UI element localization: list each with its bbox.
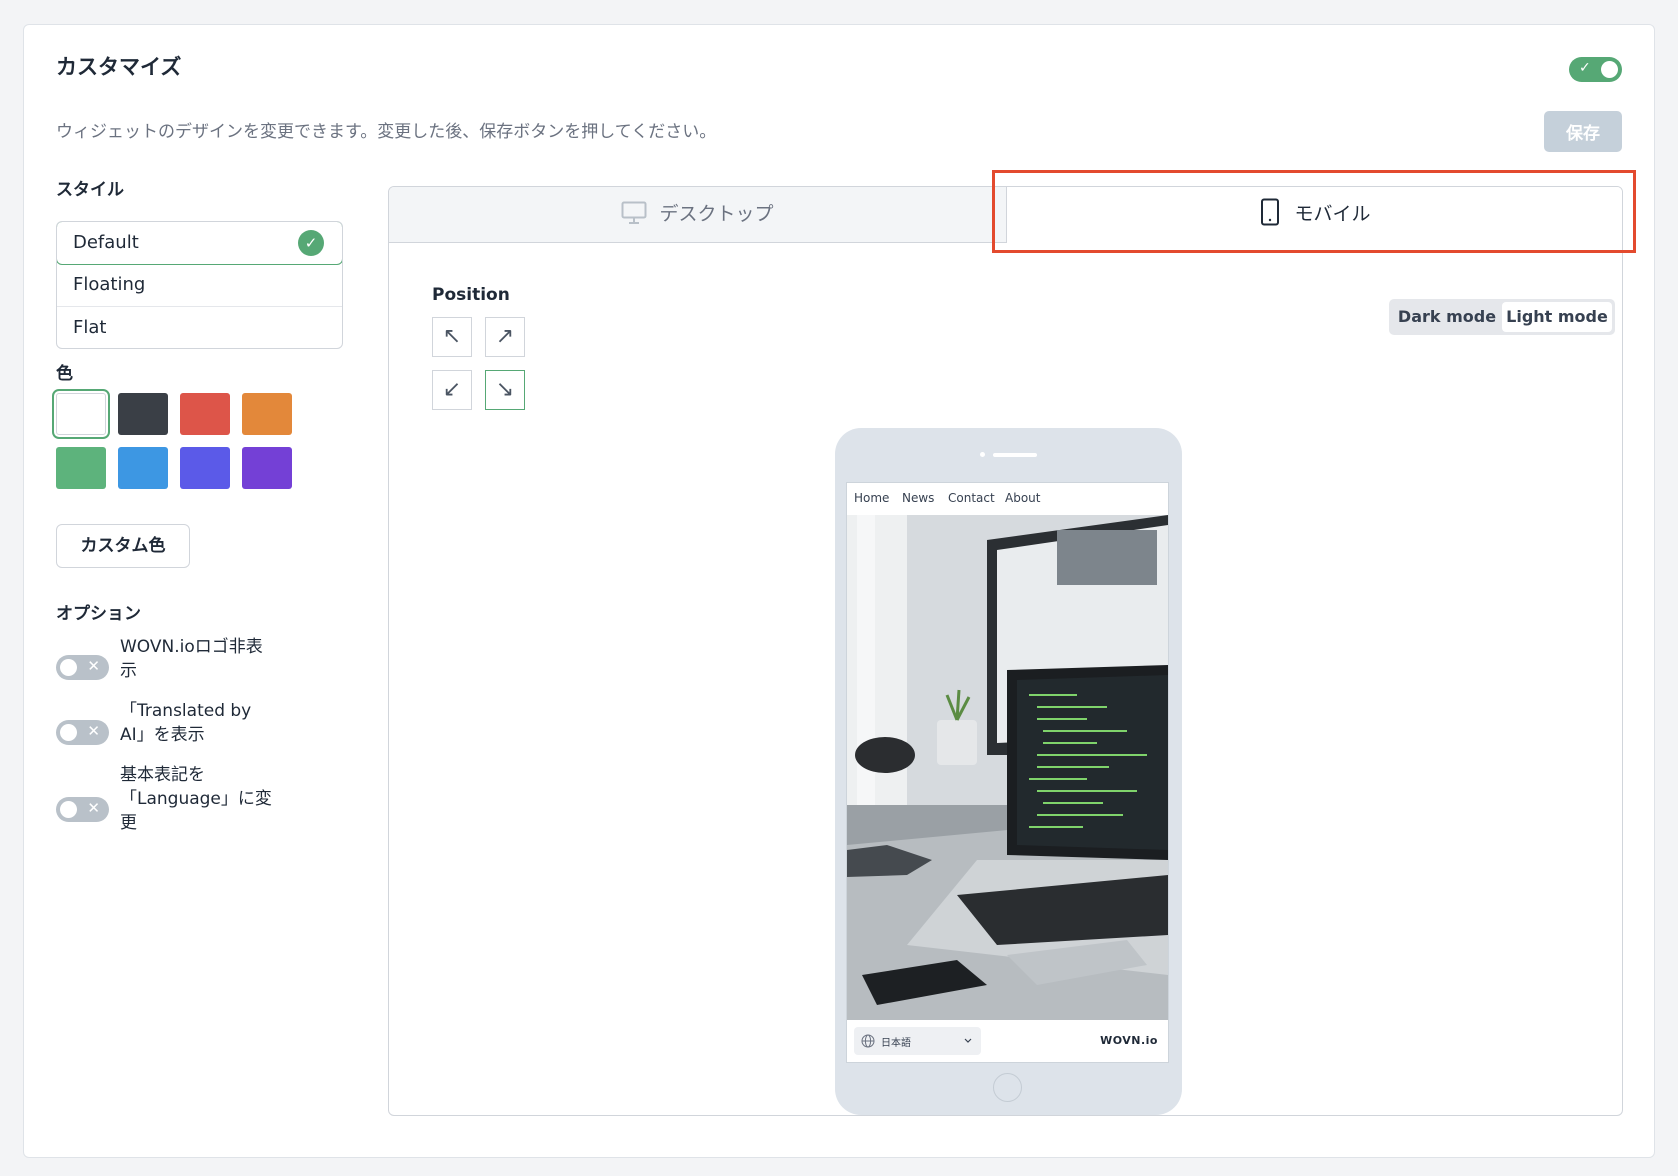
language-widget-bar: 日本語 WOVN.io bbox=[847, 1020, 1168, 1062]
translated-by-ai-label: 「Translated by AI」を表示 bbox=[120, 699, 280, 747]
toggle-knob bbox=[1601, 61, 1618, 78]
color-swatch-dark[interactable] bbox=[118, 393, 168, 435]
style-option-floating[interactable]: Floating bbox=[57, 264, 342, 306]
tab-desktop[interactable]: デスクトップ bbox=[389, 187, 1006, 242]
phone-mockup: Home News Contact About 日本語 WOVN.io bbox=[835, 428, 1182, 1115]
style-list: Default ✓ Floating Flat bbox=[56, 221, 343, 349]
language-select[interactable]: 日本語 bbox=[854, 1027, 981, 1055]
style-option-label: Default bbox=[73, 232, 139, 253]
color-swatch-blue[interactable] bbox=[118, 447, 168, 489]
language-notation-label: 基本表記を 「Language」に変 更 bbox=[120, 763, 280, 835]
color-swatch-white[interactable] bbox=[52, 389, 110, 439]
color-swatch-green[interactable] bbox=[56, 447, 106, 489]
arrow-up-left-icon: ↖ bbox=[442, 324, 462, 349]
color-section-label: 色 bbox=[56, 364, 73, 384]
option-label-line: 「Language」に変 bbox=[120, 789, 272, 809]
toggle-knob bbox=[60, 724, 77, 741]
option-label-line: 更 bbox=[120, 813, 137, 833]
theme-mode-toggle: Dark mode Light mode bbox=[1389, 299, 1615, 335]
options-section-label: オプション bbox=[56, 604, 141, 624]
preview-hero-image bbox=[847, 515, 1168, 1020]
option-label-line: 「Translated by bbox=[120, 701, 252, 721]
wovn-logo: WOVN.io bbox=[1100, 1034, 1158, 1047]
translated-by-ai-toggle[interactable]: ✕ bbox=[56, 720, 109, 745]
off-x-icon: ✕ bbox=[87, 657, 100, 675]
preview-site-nav: Home News Contact About bbox=[847, 483, 1168, 516]
device-tabs: デスクトップ モバイル bbox=[389, 187, 1622, 243]
selected-check-icon: ✓ bbox=[298, 230, 324, 256]
position-top-left-button[interactable]: ↖ bbox=[432, 317, 472, 357]
option-label-line: AI」を表示 bbox=[120, 725, 205, 745]
toggle-knob bbox=[60, 659, 77, 676]
custom-color-button[interactable]: カスタム色 bbox=[56, 524, 190, 568]
position-label: Position bbox=[432, 285, 510, 305]
preview-panel: デスクトップ モバイル Position ↖ ↗ ↙ ↘ Dark mode L… bbox=[388, 186, 1623, 1116]
option-label-line: 基本表記を bbox=[120, 765, 205, 785]
toggle-knob bbox=[60, 801, 77, 818]
off-x-icon: ✕ bbox=[87, 799, 100, 817]
monitor-icon bbox=[621, 201, 647, 224]
dark-mode-button[interactable]: Dark mode bbox=[1393, 302, 1501, 332]
phone-speaker bbox=[993, 453, 1037, 457]
tab-label: モバイル bbox=[1294, 203, 1371, 225]
customize-card: カスタマイズ ウィジェットのデザインを変更できます。変更した後、保存ボタンを押し… bbox=[23, 24, 1655, 1158]
customize-enable-toggle[interactable]: ✓ bbox=[1569, 57, 1622, 82]
arrow-down-right-icon: ↘ bbox=[495, 377, 515, 402]
position-bottom-right-button[interactable]: ↘ bbox=[485, 370, 525, 410]
position-top-right-button[interactable]: ↗ bbox=[485, 317, 525, 357]
style-option-label: Flat bbox=[73, 317, 107, 338]
save-button[interactable]: 保存 bbox=[1544, 111, 1622, 152]
language-notation-toggle[interactable]: ✕ bbox=[56, 797, 109, 822]
phone-screen: Home News Contact About 日本語 WOVN.io bbox=[846, 482, 1169, 1063]
check-icon: ✓ bbox=[1579, 60, 1591, 76]
nav-home-link: Home bbox=[854, 491, 890, 505]
desk-laptop-illustration bbox=[847, 515, 1168, 1020]
color-swatch-red[interactable] bbox=[180, 393, 230, 435]
style-option-flat[interactable]: Flat bbox=[57, 306, 342, 348]
light-mode-button[interactable]: Light mode bbox=[1502, 302, 1612, 332]
option-label-line: 示 bbox=[120, 661, 137, 681]
style-section-label: スタイル bbox=[56, 180, 124, 200]
color-swatch-indigo[interactable] bbox=[180, 447, 230, 489]
position-bottom-left-button[interactable]: ↙ bbox=[432, 370, 472, 410]
nav-contact-link: Contact bbox=[948, 491, 995, 505]
tab-mobile[interactable]: モバイル bbox=[1006, 187, 1622, 243]
language-select-value: 日本語 bbox=[881, 1038, 911, 1049]
color-swatch-purple[interactable] bbox=[242, 447, 292, 489]
page-description: ウィジェットのデザインを変更できます。変更した後、保存ボタンを押してください。 bbox=[56, 122, 717, 142]
color-swatch-orange[interactable] bbox=[242, 393, 292, 435]
page-title: カスタマイズ bbox=[56, 55, 182, 79]
chevron-down-icon bbox=[964, 1038, 972, 1043]
arrow-up-right-icon: ↗ bbox=[495, 324, 515, 349]
phone-camera bbox=[980, 452, 985, 457]
nav-about-link: About bbox=[1005, 491, 1041, 505]
option-label-line: WOVN.ioロゴ非表 bbox=[120, 637, 263, 657]
style-option-default[interactable]: Default ✓ bbox=[57, 222, 342, 265]
phone-home-button bbox=[993, 1073, 1022, 1102]
hide-logo-label: WOVN.ioロゴ非表 示 bbox=[120, 635, 280, 683]
tab-label: デスクトップ bbox=[659, 203, 774, 225]
smartphone-icon bbox=[1261, 198, 1280, 226]
style-option-label: Floating bbox=[73, 274, 146, 295]
arrow-down-left-icon: ↙ bbox=[442, 377, 462, 402]
hide-logo-toggle[interactable]: ✕ bbox=[56, 655, 109, 680]
nav-news-link: News bbox=[902, 491, 935, 505]
off-x-icon: ✕ bbox=[87, 722, 100, 740]
globe-icon bbox=[861, 1034, 875, 1048]
